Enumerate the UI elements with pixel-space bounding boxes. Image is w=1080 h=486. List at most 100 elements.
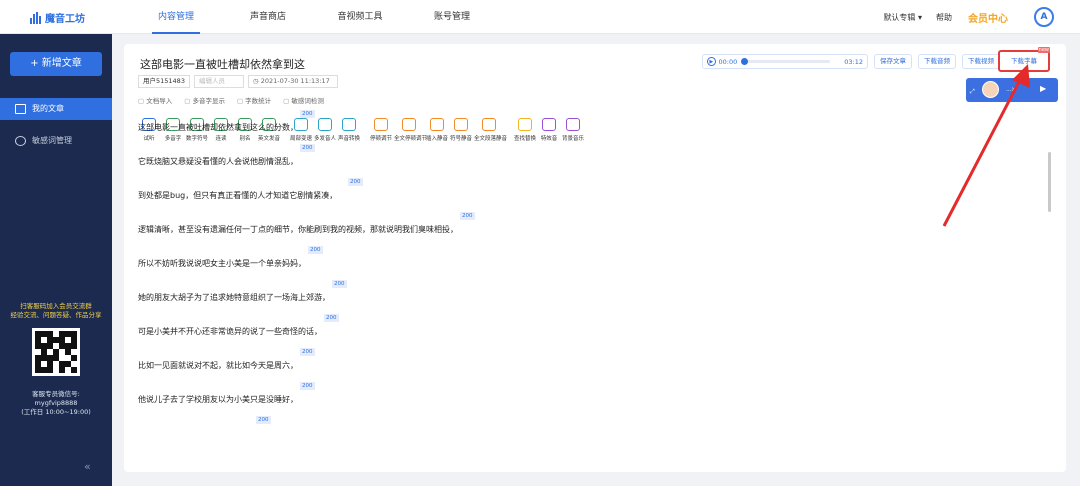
tool-button[interactable]: 特效音 [538,118,560,142]
progress-slider[interactable] [741,58,831,65]
word-count-link[interactable]: 字数统计 [237,95,271,105]
editor-field[interactable]: 编辑人员 [193,75,244,88]
vip-center-link[interactable]: 会员中心 [968,10,1008,25]
collapse-sidebar-icon[interactable]: « [84,460,91,473]
nav-account[interactable]: 账号管理 [406,0,498,34]
import-doc-link[interactable]: 文档导入 [138,95,172,105]
pause-tag[interactable]: 200 [460,212,475,220]
play-icon[interactable]: ▶ [707,57,716,66]
tool-icon [454,118,468,131]
tool-button[interactable]: 背景音乐 [562,118,584,142]
tool-icon [542,118,556,131]
sentence-line[interactable]: 可是小美并不开心还非常诡异的说了一些奇怪的话， [138,326,322,337]
service-contact: 客服专员微信号: mygfvip8888 (工作日 10:00~19:00) [21,390,91,416]
tool-icon [374,118,388,131]
play-icon[interactable]: ▶ [1040,84,1046,93]
tool-button[interactable]: 多发音人 [314,118,336,142]
tool-label: 符号静音 [450,136,473,142]
polyphone-display-link[interactable]: 多音字显示 [184,95,225,105]
pause-tag[interactable]: 200 [308,246,323,254]
app-name: 魔音工坊 [45,14,85,25]
sidebar-item-sensitive-words[interactable]: 敏感词管理 [0,130,112,152]
tool-icon [482,118,496,131]
shield-icon [15,136,26,146]
user-avatar[interactable]: A [1034,7,1054,27]
sidebar-item-label: 我的文章 [32,104,64,113]
save-article-button[interactable]: 保存文章 [874,54,912,69]
new-article-button[interactable]: + 新增文章 [10,52,102,76]
tool-label: 连读 [215,136,227,142]
tool-label: 试听 [143,136,155,142]
sentence-line[interactable]: 这部电影一直被吐槽却依然拿到这么的分数， [138,122,298,133]
article-title[interactable]: 这部电影一直被吐槽却依然拿到这 [140,56,305,72]
tool-label: 多音字 [164,136,182,142]
expand-icon[interactable]: ⤢ [970,88,975,96]
pause-tag[interactable]: 200 [300,348,315,356]
top-bar: 魔音工坊 内容管理 声音商店 音视频工具 账号管理 默认专辑 ▾ 帮助 会员中心… [0,0,1080,34]
tool-label: 别名 [239,136,251,142]
book-icon [15,104,26,114]
date-field[interactable]: ◷ 2021-07-30 11:13:17 [247,75,338,88]
tool-icon [342,118,356,131]
tool-label: 英文发音 [258,136,281,142]
tool-icon [518,118,532,131]
new-badge: new [1037,47,1050,53]
main-nav: 内容管理 声音商店 音视频工具 账号管理 [130,0,498,34]
tool-button[interactable]: 查找替换 [514,118,536,142]
sidebar: + 新增文章 我的文章 敏感词管理 扫客服码加入会员交流群 经验交流、问题答疑、… [0,34,112,486]
tool-button[interactable]: 全文停顿调节 [394,118,428,142]
pause-tag[interactable]: 200 [348,178,363,186]
pause-tag[interactable]: 200 [324,314,339,322]
tool-button[interactable]: 全文段落静音 [474,118,508,142]
nav-content[interactable]: 内容管理 [130,0,222,34]
help-link[interactable]: 帮助 [936,12,952,23]
voice-avatar [982,81,999,98]
current-time: 00:00 [718,57,738,66]
tool-label: 数字符号 [186,136,209,142]
pause-tag[interactable]: 200 [256,416,271,424]
sentence-line[interactable]: 所以不妨听我说说吧女主小美是一个单亲妈妈， [138,258,306,269]
app-logo[interactable]: 魔音工坊 [30,10,85,25]
user-field: 用户5151483 [138,75,190,88]
sentence-line[interactable]: 她的朋友大胡子为了追求她特意组织了一场海上郊游， [138,292,330,303]
tool-label: 背景音乐 [562,136,585,142]
tool-label: 全文段落静音 [474,136,508,142]
sentence-line[interactable]: 逻辑清晰，甚至没有遗漏任何一丁点的细节，你能刷到我的视频，那就说明我们臭味相投， [138,224,458,235]
logo-icon [30,11,41,24]
download-video-button[interactable]: 下载视频 [962,54,1000,69]
tool-label: 插入静音 [426,136,449,142]
sentence-line[interactable]: 到处都是bug，但只有真正看懂的人才知道它剧情紧凑， [138,190,337,201]
sentence-line[interactable]: 它既烧脑又悬疑没看懂的人会说他剧情混乱， [138,156,298,167]
album-select[interactable]: 默认专辑 ▾ [883,12,922,23]
pause-tag[interactable]: 200 [300,382,315,390]
sensitive-check-link[interactable]: 敏感词检测 [283,95,324,105]
sentence-line[interactable]: 比如一见面就说对不起，就比如今天是周六， [138,360,298,371]
voice-player-card[interactable]: ⤢ ...x ▶ [966,78,1058,102]
pause-tag[interactable]: 200 [300,110,315,118]
promo-text: 扫客服码加入会员交流群 经验交流、问题答疑、作品分享 [10,302,102,319]
tool-button[interactable]: 声音转换 [338,118,360,142]
pause-tag[interactable]: 200 [332,280,347,288]
voice-label: ...x [1006,86,1016,93]
download-subtitle-button[interactable]: 下载字幕 new [998,47,1050,72]
tool-button[interactable]: 符号静音 [450,118,472,142]
tool-label: 查找替换 [514,136,537,142]
tool-button[interactable]: 插入静音 [426,118,448,142]
qr-code [32,328,80,376]
tool-label: 特效音 [540,136,558,142]
sidebar-item-my-articles[interactable]: 我的文章 [0,98,112,120]
tool-label: 停顿调节 [370,136,393,142]
nav-voice-store[interactable]: 声音商店 [222,0,314,34]
sidebar-item-label: 敏感词管理 [32,136,72,145]
sentence-line[interactable]: 他说儿子去了学校朋友以为小美只是没睡好， [138,394,298,405]
scrollbar[interactable] [1048,152,1051,212]
pause-tag[interactable]: 200 [300,144,315,152]
tool-icon [566,118,580,131]
nav-av-tools[interactable]: 音视频工具 [314,0,406,34]
tool-label: 局部变速 [290,136,313,142]
chevron-down-icon: ▾ [917,12,922,22]
tool-button[interactable]: 停顿调节 [370,118,392,142]
download-audio-button[interactable]: 下载音频 [918,54,956,69]
tool-label: 全文停顿调节 [394,136,428,142]
tool-icon [430,118,444,131]
